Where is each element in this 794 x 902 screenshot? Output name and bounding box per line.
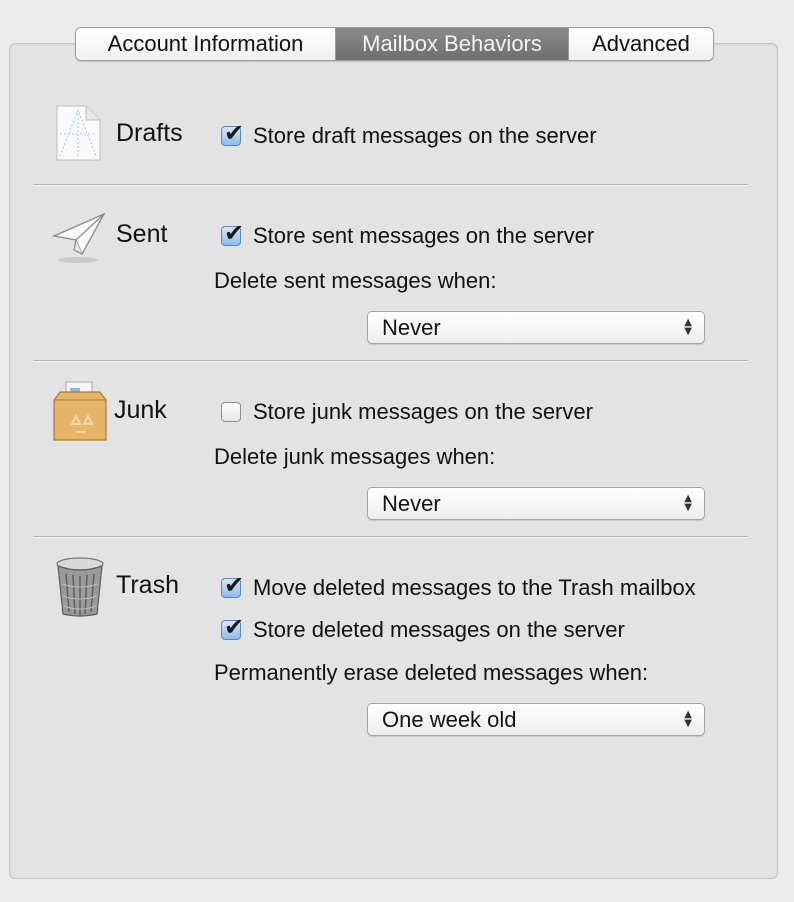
trash-store-row[interactable]: ✔ Store deleted messages on the server [221, 615, 625, 644]
drafts-store-row[interactable]: ✔ Store draft messages on the server [221, 121, 597, 150]
junk-title: Junk [114, 396, 167, 424]
junk-delete-value: Never [382, 491, 441, 516]
sent-delete-popup[interactable]: Never ▲ ▼ [367, 311, 705, 344]
trash-move-row[interactable]: ✔ Move deleted messages to the Trash mai… [221, 573, 696, 602]
sent-delete-value: Never [382, 315, 441, 340]
tab-advanced[interactable]: Advanced [569, 28, 713, 60]
junk-store-row[interactable]: Store junk messages on the server [221, 398, 593, 426]
trash-store-label[interactable]: Store deleted messages on the server [253, 617, 625, 643]
junk-box-icon [52, 380, 108, 449]
trash-move-label[interactable]: Move deleted messages to the Trash mailb… [253, 575, 696, 601]
checkmark-icon: ✔ [224, 219, 245, 247]
paper-plane-icon [51, 210, 108, 271]
trash-title: Trash [116, 571, 179, 599]
drafts-store-label[interactable]: Store draft messages on the server [253, 123, 597, 149]
up-down-arrows-icon: ▲ ▼ [684, 709, 692, 729]
up-down-arrows-icon: ▲ ▼ [684, 317, 692, 337]
tab-account-information[interactable]: Account Information [76, 28, 336, 60]
checkmark-icon: ✔ [224, 613, 245, 641]
trash-move-checkbox[interactable]: ✔ [221, 573, 244, 598]
trash-erase-value: One week old [382, 707, 517, 732]
sent-title: Sent [116, 220, 168, 248]
sent-store-checkbox[interactable]: ✔ [221, 221, 244, 246]
junk-store-checkbox[interactable] [221, 402, 241, 422]
trash-store-checkbox[interactable]: ✔ [221, 615, 244, 640]
drafts-store-checkbox[interactable]: ✔ [221, 121, 244, 146]
checkmark-icon: ✔ [224, 119, 245, 147]
tab-bar: Account Information Mailbox Behaviors Ad… [75, 27, 714, 61]
checkmark-icon: ✔ [224, 571, 245, 599]
junk-delete-popup[interactable]: Never ▲ ▼ [367, 487, 705, 520]
trash-erase-label: Permanently erase deleted messages when: [214, 660, 649, 685]
tab-mailbox-behaviors[interactable]: Mailbox Behaviors [336, 28, 569, 60]
drafts-title: Drafts [116, 119, 183, 147]
divider [33, 184, 748, 186]
sent-delete-label: Delete sent messages when: [214, 268, 497, 293]
junk-delete-label: Delete junk messages when: [214, 444, 496, 469]
trash-can-icon [54, 556, 106, 623]
trash-erase-popup[interactable]: One week old ▲ ▼ [367, 703, 705, 736]
divider [33, 536, 748, 538]
divider [33, 360, 748, 362]
sent-store-label[interactable]: Store sent messages on the server [253, 223, 594, 249]
junk-store-label[interactable]: Store junk messages on the server [253, 399, 593, 425]
up-down-arrows-icon: ▲ ▼ [684, 493, 692, 513]
sent-store-row[interactable]: ✔ Store sent messages on the server [221, 221, 594, 250]
draft-document-icon [54, 104, 104, 167]
